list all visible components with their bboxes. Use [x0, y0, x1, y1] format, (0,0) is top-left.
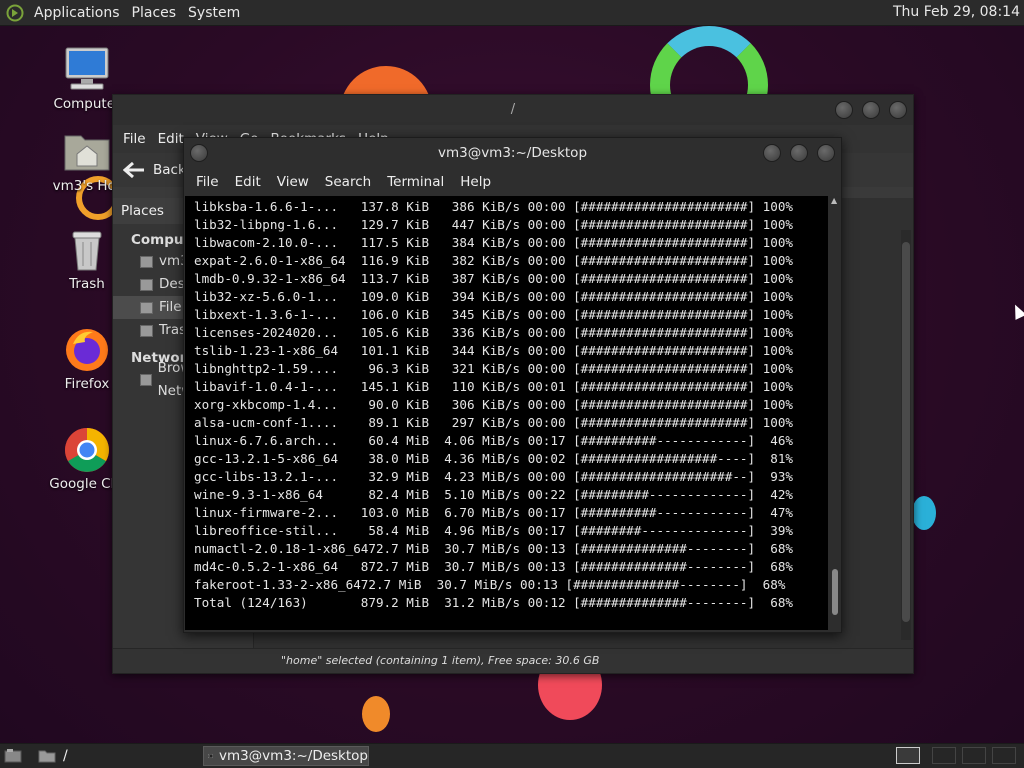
taskbar-terminal-label: vm3@vm3:~/Desktop — [218, 748, 368, 764]
terminal-line: libwacom-2.10.0-... 117.5 KiB 384 KiB/s … — [194, 235, 793, 250]
terminal-screen[interactable]: libksba-1.6.6-1-... 137.8 KiB 386 KiB/s … — [185, 196, 828, 630]
terminal-line: libreoffice-stil... 58.4 MiB 4.96 MiB/s … — [194, 523, 793, 538]
menu-edit[interactable]: Edit — [227, 174, 269, 190]
terminal-line: alsa-ucm-conf-1.... 89.1 KiB 297 KiB/s 0… — [194, 415, 793, 430]
trash-icon — [63, 226, 111, 272]
scrollbar-thumb[interactable] — [832, 569, 838, 615]
network-icon — [140, 373, 152, 386]
close-button[interactable] — [817, 144, 835, 162]
menu-terminal[interactable]: Terminal — [379, 174, 452, 190]
folder-icon[interactable] — [38, 748, 56, 764]
drive-icon — [140, 301, 153, 314]
terminal-line: linux-firmware-2... 103.0 MiB 6.70 MiB/s… — [194, 505, 793, 520]
terminal-line: gcc-13.2.1-5-x86_64 38.0 MiB 4.36 MiB/s … — [194, 451, 793, 466]
file-manager-titlebar[interactable]: / — [113, 95, 913, 125]
firefox-icon — [63, 326, 111, 372]
wallpaper-shape — [362, 696, 390, 732]
minimize-button[interactable] — [835, 101, 853, 119]
bottom-panel: / vm3@vm3:~/Desktop — [0, 743, 1024, 768]
workspace-4[interactable] — [992, 747, 1016, 764]
status-text: "home" selected (containing 1 item), Fre… — [281, 654, 600, 667]
workspace-2[interactable] — [932, 747, 956, 764]
workspace-3[interactable] — [962, 747, 986, 764]
scroll-up-arrow-icon[interactable]: ▲ — [831, 196, 837, 205]
top-panel: Applications Places System Thu Feb 29, 0… — [0, 0, 1024, 26]
show-desktop-icon[interactable] — [4, 748, 22, 764]
terminal-line: md4c-0.5.2-1-x86_64 872.7 MiB 30.7 MiB/s… — [194, 559, 793, 574]
menu-file[interactable]: File — [117, 131, 152, 147]
wallpaper-shape — [912, 496, 936, 530]
menu-view[interactable]: View — [269, 174, 317, 190]
system-menu[interactable]: System — [182, 5, 246, 21]
menu-search[interactable]: Search — [317, 174, 379, 190]
status-bar: "home" selected (containing 1 item), Fre… — [113, 648, 913, 673]
file-view-scrollbar[interactable] — [901, 230, 911, 640]
back-button[interactable]: Back — [123, 161, 186, 179]
trash-icon — [140, 324, 153, 337]
distro-logo-icon[interactable] — [6, 4, 24, 22]
terminal-line: fakeroot-1.33-2-x86_6472.7 MiB 30.7 MiB/… — [194, 577, 786, 592]
places-menu[interactable]: Places — [126, 5, 183, 21]
menu-help[interactable]: Help — [452, 174, 499, 190]
mouse-cursor-icon — [1009, 302, 1024, 320]
minimize-button[interactable] — [763, 144, 781, 162]
terminal-line: tslib-1.23-1-x86_64 101.1 KiB 344 KiB/s … — [194, 343, 793, 358]
close-button[interactable] — [889, 101, 907, 119]
menu-file[interactable]: File — [188, 174, 227, 190]
top-menu: Applications Places System — [0, 0, 246, 25]
terminal-window[interactable]: vm3@vm3:~/Desktop File Edit View Search … — [183, 137, 842, 633]
terminal-line: libxext-1.3.6-1-... 106.0 KiB 345 KiB/s … — [194, 307, 793, 322]
terminal-line: libavif-1.0.4-1-... 145.1 KiB 110 KiB/s … — [194, 379, 793, 394]
window-buttons — [835, 101, 907, 119]
terminal-line: libnghttp2-1.59.... 96.3 KiB 321 KiB/s 0… — [194, 361, 793, 376]
window-buttons — [763, 144, 835, 162]
terminal-line: Total (124/163) 879.2 MiB 31.2 MiB/s 00:… — [194, 595, 793, 610]
terminal-line: gcc-libs-13.2.1-... 32.9 MiB 4.23 MiB/s … — [194, 469, 793, 484]
desktop-icon — [140, 278, 153, 291]
terminal-line: lib32-xz-5.6.0-1... 109.0 KiB 394 KiB/s … — [194, 289, 793, 304]
maximize-button[interactable] — [862, 101, 880, 119]
scrollbar-thumb[interactable] — [902, 242, 910, 622]
terminal-line: wine-9.3-1-x86_64 82.4 MiB 5.10 MiB/s 00… — [194, 487, 793, 502]
chrome-icon — [63, 426, 111, 472]
home-icon — [140, 255, 153, 268]
terminal-line: lib32-libpng-1.6... 129.7 KiB 447 KiB/s … — [194, 217, 793, 232]
back-label: Back — [153, 162, 186, 178]
terminal-line: libksba-1.6.6-1-... 137.8 KiB 386 KiB/s … — [194, 199, 793, 214]
back-arrow-icon — [123, 161, 144, 179]
terminal-line: licenses-2024020... 105.6 KiB 336 KiB/s … — [194, 325, 793, 340]
window-title: / — [510, 102, 516, 117]
terminal-scrollbar[interactable]: ▲ — [829, 196, 841, 630]
computer-icon — [63, 46, 111, 92]
terminal-line: lmdb-0.9.32-1-x86_64 113.7 KiB 387 KiB/s… — [194, 271, 793, 286]
applications-menu[interactable]: Applications — [28, 5, 126, 21]
terminal-line: linux-6.7.6.arch... 60.4 MiB 4.06 MiB/s … — [194, 433, 793, 448]
terminal-icon — [208, 753, 213, 759]
maximize-button[interactable] — [790, 144, 808, 162]
terminal-line: numactl-2.0.18-1-x86_6472.7 MiB 30.7 MiB… — [194, 541, 793, 556]
terminal-title: vm3@vm3:~/Desktop — [437, 145, 588, 161]
terminal-titlebar[interactable]: vm3@vm3:~/Desktop — [184, 138, 841, 168]
terminal-line: xorg-xkbcomp-1.4... 90.0 KiB 306 KiB/s 0… — [194, 397, 793, 412]
clock[interactable]: Thu Feb 29, 08:14 — [893, 4, 1020, 20]
home-folder-icon — [63, 128, 111, 174]
terminal-output: libksba-1.6.6-1-... 137.8 KiB 386 KiB/s … — [185, 196, 828, 612]
terminal-line: expat-2.6.0-1-x86_64 116.9 KiB 382 KiB/s… — [194, 253, 793, 268]
workspace-1[interactable] — [896, 747, 920, 764]
taskbar-path-label[interactable]: / — [63, 748, 68, 764]
taskbar-terminal-button[interactable]: vm3@vm3:~/Desktop — [203, 746, 369, 766]
terminal-menubar: File Edit View Search Terminal Help — [184, 168, 841, 196]
window-menu-button[interactable] — [190, 144, 208, 162]
